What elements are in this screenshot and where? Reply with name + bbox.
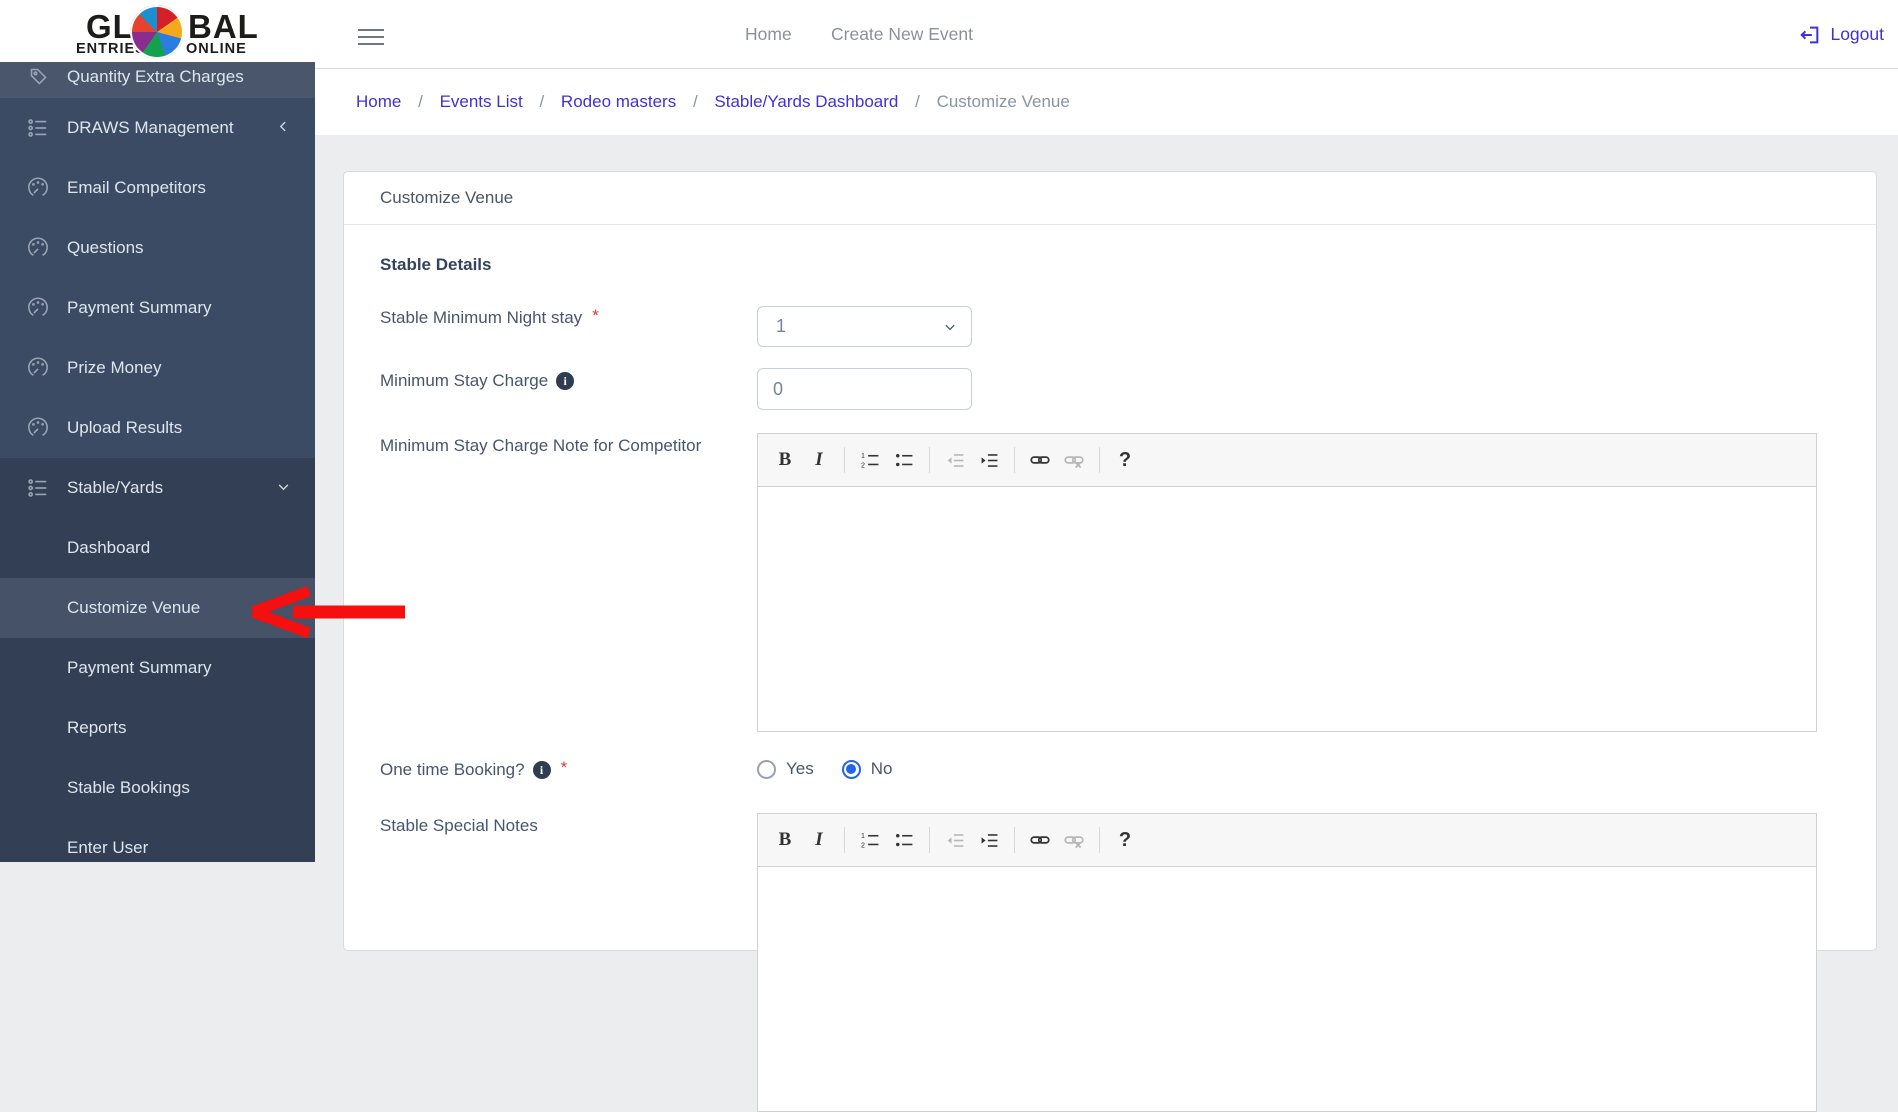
logout-label: Logout [1830,24,1884,44]
radio-yes[interactable] [757,759,776,779]
italic-icon[interactable]: I [804,445,834,475]
section-heading: Stable Details [380,255,492,274]
sidebar-item-dashboard[interactable]: Dashboard [0,518,315,578]
sidebar-item-stable-bookings[interactable]: Stable Bookings [0,758,315,818]
unlink-icon [1059,445,1089,475]
bold-icon[interactable]: B [770,445,800,475]
svg-text:2: 2 [861,841,865,849]
sidebar-nav: Quantity Extra Charges DRAWS Management … [0,55,315,862]
special-notes-editor[interactable]: B I 1 2 ? [757,813,1817,1112]
breadcrumb-current: Customize Venue [936,92,1070,111]
editor-toolbar: B I 1 2 ? [757,813,1817,867]
min-stay-charge-input[interactable] [757,368,972,410]
help-icon[interactable]: ? [1110,445,1140,475]
label-min-stay-charge: Minimum Stay Charge i [380,371,575,391]
unlink-icon [1059,825,1089,855]
card-header-divider [344,224,1876,225]
breadcrumb-stable-yards-dashboard[interactable]: Stable/Yards Dashboard [714,92,898,111]
editor-content-area[interactable] [757,487,1817,732]
radio-no-label: No [870,759,893,778]
gauge-icon [26,357,50,379]
sidebar-item-enter-user[interactable]: Enter User [0,818,315,862]
sidebar-item-upload-results[interactable]: Upload Results [0,398,315,458]
label-min-night-stay: Stable Minimum Night stay * [380,306,599,327]
svg-text:1: 1 [861,452,865,460]
indent-icon[interactable] [974,825,1004,855]
nav-home[interactable]: Home [745,24,792,45]
required-asterisk: * [560,758,568,777]
link-icon[interactable] [1025,825,1055,855]
breadcrumb: Home / Events List / Rodeo masters / Sta… [356,92,1070,111]
stable-min-night-select[interactable]: 1 [757,306,972,347]
chevron-down-icon [277,478,290,498]
info-icon[interactable]: i [532,761,551,779]
breadcrumb-rodeo-masters[interactable]: Rodeo masters [561,92,676,111]
logo[interactable]: GL BAL ENTRIES ONLINE [0,0,315,62]
logout-button[interactable]: Logout [1799,0,1884,69]
hamburger-icon[interactable] [358,24,384,50]
gauge-icon [26,297,50,319]
editor-toolbar: B I 1 2 ? [757,433,1817,487]
indent-icon[interactable] [974,445,1004,475]
svg-text:1: 1 [861,832,865,840]
top-navbar: Home Create New Event Logout [315,0,1898,69]
bullet-list-icon[interactable] [889,445,919,475]
chevron-left-icon [277,118,290,138]
svg-text:2: 2 [861,461,865,469]
sidebar-item-payment-summary-sub[interactable]: Payment Summary [0,638,315,698]
italic-icon[interactable]: I [804,825,834,855]
label-one-time-booking: One time Booking? i * [380,758,568,779]
sidebar-item-reports[interactable]: Reports [0,698,315,758]
breadcrumb-events-list[interactable]: Events List [440,92,523,111]
gauge-icon [26,237,50,259]
outdent-icon [940,825,970,855]
help-icon[interactable]: ? [1110,825,1140,855]
sidebar-item-prize-money[interactable]: Prize Money [0,338,315,398]
logout-icon [1800,26,1819,43]
breadcrumb-bar: Home / Events List / Rodeo masters / Sta… [315,69,1898,135]
outdent-icon [940,445,970,475]
numbered-list-icon[interactable]: 1 2 [855,445,885,475]
bold-icon[interactable]: B [770,825,800,855]
sidebar-item-customize-venue[interactable]: Customize Venue [0,578,315,638]
sidebar-item-questions[interactable]: Questions [0,218,315,278]
list-icon [26,117,50,139]
chevron-down-icon [945,324,955,330]
info-icon[interactable]: i [556,372,575,390]
radio-yes-label: Yes [786,759,814,778]
one-time-booking-radio-group: Yes No [757,759,910,779]
logo-globe-icon [130,5,184,59]
breadcrumb-home[interactable]: Home [356,92,401,111]
sidebar-group-stable-yards[interactable]: Stable/Yards [0,458,315,518]
numbered-list-icon[interactable]: 1 2 [855,825,885,855]
nav-create-new-event[interactable]: Create New Event [831,24,973,45]
link-icon[interactable] [1025,445,1055,475]
label-special-notes: Stable Special Notes [380,816,538,835]
gauge-icon [26,177,50,199]
radio-no[interactable] [841,759,861,779]
card-title: Customize Venue [380,188,514,207]
bullet-list-icon[interactable] [889,825,919,855]
required-asterisk: * [592,306,599,325]
sidebar-item-draws-management[interactable]: DRAWS Management [0,98,315,158]
editor-content-area[interactable] [757,867,1817,1112]
sidebar-item-payment-summary[interactable]: Payment Summary [0,278,315,338]
gauge-icon [26,417,50,439]
logo-sub-right: ONLINE [186,41,247,57]
tag-icon [26,66,50,87]
label-min-stay-note: Minimum Stay Charge Note for Competitor [380,436,702,455]
min-stay-note-editor[interactable]: B I 1 2 ? [757,433,1817,732]
sidebar-item-email-competitors[interactable]: Email Competitors [0,158,315,218]
list-icon [26,477,50,499]
